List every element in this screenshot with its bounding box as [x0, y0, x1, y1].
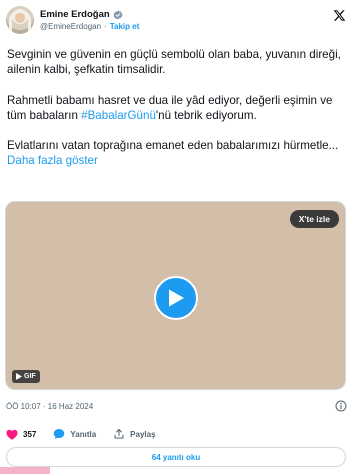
play-icon — [169, 289, 184, 307]
like-count: 357 — [23, 429, 37, 439]
read-replies-button[interactable]: 64 yanıtı oku — [6, 447, 346, 467]
tweet-paragraph-1: Sevginin ve güvenin en güçlü sembolü ola… — [7, 48, 341, 77]
share-icon — [114, 429, 124, 439]
tweet-timestamp[interactable]: ÖÖ 10:07 · 16 Haz 2024 — [6, 402, 93, 411]
avatar-headscarf — [9, 10, 31, 34]
tweet-paragraph-3: Evlatlarını vatan toprağına emanet eden … — [7, 138, 352, 168]
watch-on-x-button[interactable]: X'te izle — [289, 210, 339, 228]
author-name[interactable]: Emine Erdoğan — [40, 9, 110, 20]
share-label: Paylaş — [130, 429, 156, 439]
play-small-icon — [16, 373, 22, 380]
info-icon[interactable] — [335, 400, 347, 412]
like-action[interactable]: 357 — [6, 429, 36, 440]
author-avatar[interactable] — [6, 6, 34, 34]
video-media[interactable]: X'te izle GIF — [5, 201, 346, 390]
author-name-row: Emine Erdoğan — [40, 9, 123, 20]
cropped-page-element — [0, 467, 50, 474]
tweet-text: Sevginin ve güvenin en güçlü sembolü ola… — [7, 47, 352, 184]
author-handle[interactable]: @EmineErdogan — [40, 22, 101, 31]
reply-bubble-icon — [54, 429, 65, 439]
reply-action[interactable]: Yanıtla — [53, 428, 96, 440]
tweet-embed-card: Emine Erdoğan @EmineErdogan · Takip et S… — [0, 0, 359, 474]
tweet-paragraph-2-end: 'nü tebrik ediyorum. — [155, 108, 257, 122]
tweet-paragraph-3-text: Evlatlarını vatan toprağına emanet eden … — [7, 139, 339, 153]
gif-badge: GIF — [12, 370, 40, 383]
separator-dot: · — [104, 22, 107, 31]
share-action[interactable]: Paylaş — [113, 428, 156, 440]
tweet-actions: 357 Yanıtla Paylaş — [6, 428, 173, 440]
reply-label: Yanıtla — [70, 429, 97, 439]
heart-icon — [6, 429, 18, 440]
verified-badge-icon — [113, 9, 123, 20]
gif-label: GIF — [24, 373, 36, 380]
hashtag-link[interactable]: #BabalarGünü — [81, 109, 156, 122]
follow-button[interactable]: Takip et — [110, 22, 140, 31]
x-logo-icon[interactable] — [333, 9, 346, 22]
tweet-paragraph-2: Rahmetli babamı hasret ve dua ile yâd ed… — [7, 93, 352, 123]
show-more-link[interactable]: Daha fazla göster — [7, 154, 98, 167]
author-handle-row: @EmineErdogan · Takip et — [40, 22, 139, 31]
play-button[interactable] — [154, 276, 198, 320]
